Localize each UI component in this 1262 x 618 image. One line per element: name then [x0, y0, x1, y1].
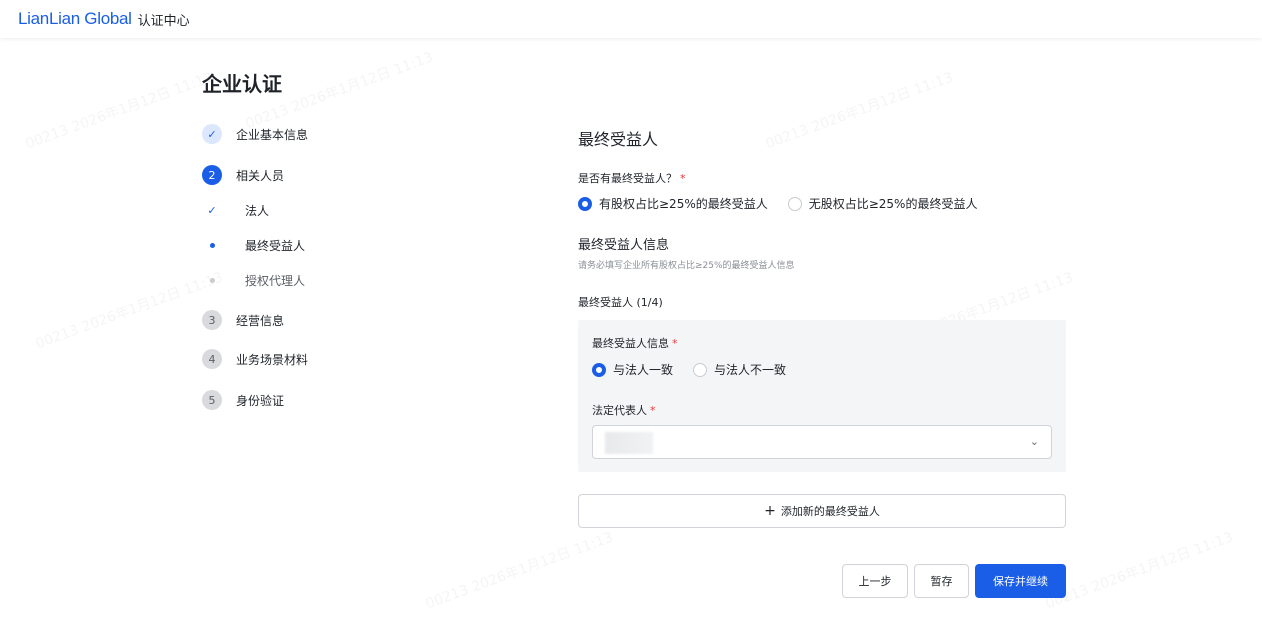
step-label: 业务场景材料 — [236, 352, 309, 367]
step-scenario-materials[interactable]: 4 业务场景材料 — [202, 347, 308, 371]
step-label: 身份验证 — [236, 393, 285, 408]
radio-same-as-legal[interactable]: 与法人一致 — [592, 361, 673, 378]
step-label: 相关人员 — [236, 168, 285, 183]
step-number: 4 — [202, 349, 222, 369]
question-text: 是否有最终受益人？ — [578, 172, 677, 185]
watermark: 00213 2026年1月12日 11:13 — [23, 67, 216, 154]
step-identity-verification[interactable]: 5 身份验证 — [202, 388, 284, 412]
redacted-value — [605, 432, 653, 454]
radio-label: 与法人不一致 — [714, 363, 787, 377]
radio-has-ubo[interactable]: 有股权占比≥25%的最终受益人 — [578, 195, 768, 212]
button-label: 添加新的最终受益人 — [780, 505, 880, 518]
header-title: 认证中心 — [137, 13, 190, 29]
plus-icon: + — [764, 503, 776, 519]
radio-selected-icon — [578, 196, 592, 211]
radio-label: 有股权占比≥25%的最终受益人 — [599, 197, 768, 211]
step-label: 经营信息 — [236, 313, 285, 328]
ubo-info-title: 最终受益人信息 — [578, 238, 670, 253]
radio-label: 与法人一致 — [613, 363, 674, 377]
ubo-info-hint: 请务必填写企业所有股权占比≥25%的最终受益人信息 — [578, 261, 795, 271]
step-number: 2 — [202, 165, 222, 185]
current-dot-icon — [202, 242, 222, 248]
watermark: 00213 2026年1月12日 11:13 — [423, 527, 616, 614]
prev-button[interactable]: 上一步 — [842, 564, 908, 598]
lianlian-logo[interactable]: LianLian Global — [18, 9, 132, 29]
radio-different-from-legal[interactable]: 与法人不一致 — [693, 361, 786, 378]
pending-dot-icon — [202, 277, 222, 283]
top-header: LianLian Global 认证中心 — [0, 0, 1262, 38]
watermark: 00213 2026年1月12日 11:13 — [33, 267, 226, 354]
ubo-counter: 最终受益人 (1/4) — [578, 296, 663, 309]
required-mark: * — [680, 172, 686, 185]
section-title: 最终受益人 — [578, 130, 659, 149]
radio-unselected-icon — [787, 196, 802, 211]
page-title: 企业认证 — [202, 72, 282, 96]
step-company-info[interactable]: ✓ 企业基本信息 — [202, 122, 308, 146]
watermark: 00213 2026年1月12日 11:13 — [1043, 527, 1236, 614]
substep-label: 授权代理人 — [245, 273, 306, 288]
has-ubo-question: 是否有最终受益人？ * — [578, 170, 686, 186]
step-label: 企业基本信息 — [236, 127, 309, 142]
substep-legal-person[interactable]: ✓ 法人 — [202, 200, 269, 220]
substep-authorized-agent[interactable]: 授权代理人 — [202, 270, 305, 290]
legal-rep-label: 法定代表人 * — [592, 402, 656, 418]
substep-label: 最终受益人 — [245, 238, 306, 253]
label-text: 法定代表人 — [592, 404, 647, 417]
save-draft-button[interactable]: 暂存 — [914, 564, 969, 598]
has-ubo-radio-group: 有股权占比≥25%的最终受益人 无股权占比≥25%的最终受益人 — [578, 195, 997, 212]
step-related-persons[interactable]: 2 相关人员 — [202, 163, 284, 187]
save-continue-button[interactable]: 保存并继续 — [975, 564, 1066, 598]
required-mark: * — [650, 404, 656, 417]
radio-label: 无股权占比≥25%的最终受益人 — [808, 197, 978, 211]
substep-label: 法人 — [245, 203, 270, 218]
radio-selected-icon — [592, 362, 606, 377]
label-text: 最终受益人信息 — [592, 337, 669, 350]
legal-rep-select[interactable]: ⌄ — [592, 425, 1052, 459]
check-icon: ✓ — [202, 124, 222, 144]
add-ubo-button[interactable]: + 添加新的最终受益人 — [578, 494, 1066, 528]
check-icon: ✓ — [207, 203, 217, 217]
card-info-label: 最终受益人信息 * — [592, 335, 678, 351]
ubo-info-radio-group: 与法人一致 与法人不一致 — [592, 361, 806, 378]
step-number: 3 — [202, 310, 222, 330]
radio-no-ubo[interactable]: 无股权占比≥25%的最终受益人 — [787, 195, 978, 212]
required-mark: * — [672, 337, 678, 350]
chevron-down-icon: ⌄ — [1029, 435, 1039, 448]
substep-ubo[interactable]: 最终受益人 — [202, 235, 305, 255]
radio-unselected-icon — [693, 362, 708, 377]
step-business-info[interactable]: 3 经营信息 — [202, 308, 284, 332]
watermark: 00213 2026年1月12日 11:13 — [763, 67, 956, 154]
step-number: 5 — [202, 390, 222, 410]
